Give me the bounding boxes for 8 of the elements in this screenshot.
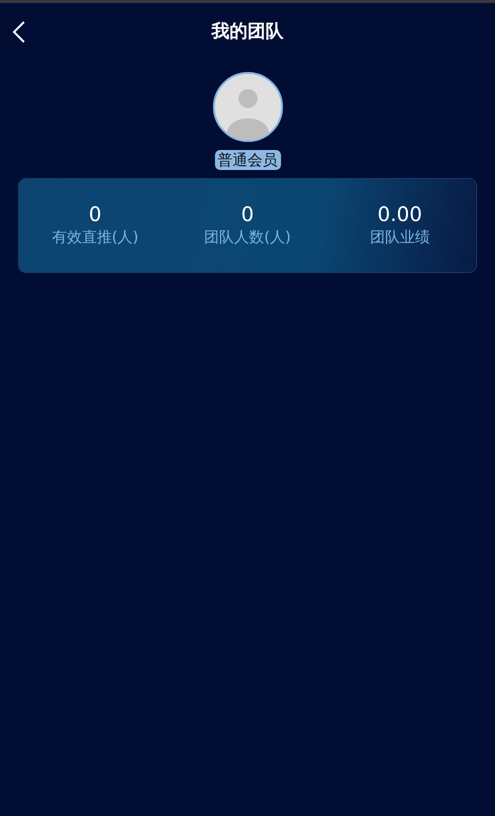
page-title: 我的团队: [212, 20, 284, 44]
stat-value: 0: [241, 202, 254, 226]
stat-value: 0: [88, 202, 102, 226]
stat-label: 团队人数(人): [204, 227, 291, 248]
member-level-tag: 普通会员: [214, 150, 280, 170]
stat-label: 有效直推(人): [52, 227, 139, 248]
stat-value: 0.00: [378, 202, 422, 226]
stat-label: 团队业绩: [370, 227, 430, 248]
